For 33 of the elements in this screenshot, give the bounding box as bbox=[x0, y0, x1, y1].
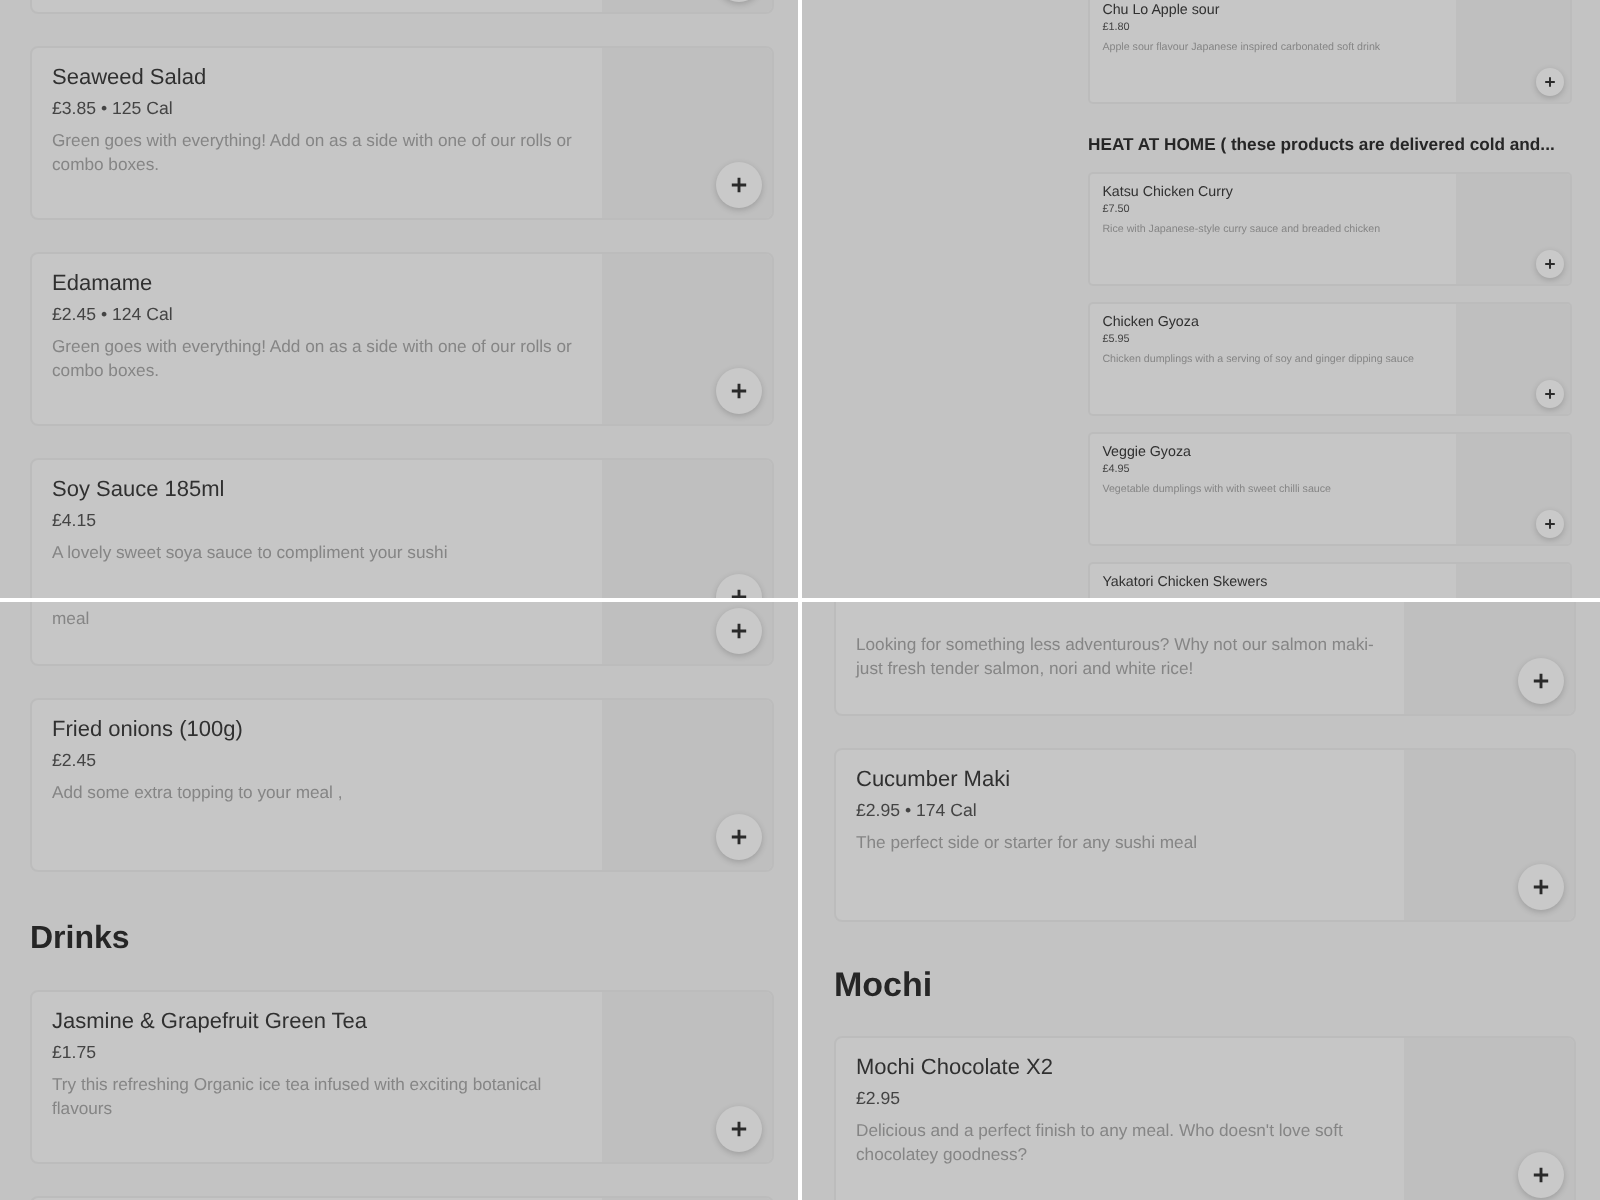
menu-item-card[interactable]: Jasmine & Grapefruit Green Tea £1.75 Try this refreshing Organic ice tea infused with exciting botanical flavours bbox=[30, 990, 774, 1164]
item-price: £2.45 • 124 Cal bbox=[52, 302, 175, 328]
item-name: Seaweed Salad bbox=[52, 64, 209, 94]
item-price: £2.95 • 174 Cal bbox=[856, 798, 979, 824]
menu-item-card[interactable]: Edamame £2.45 • 124 Cal Green goes with everything! Add on as a side with one of our rolls or combo boxes. bbox=[30, 252, 774, 426]
item-description: meal bbox=[52, 606, 92, 630]
section-heading: HEAT AT HOME ( these products are delivered cold and... bbox=[1088, 134, 1555, 156]
item-description: Add some extra topping to your meal , bbox=[52, 780, 345, 804]
menu-item-card[interactable]: Mochi Chocolate X2 £2.95 Delicious and a perfect finish to any meal. Who doesn't love soft chocolatey goodness? bbox=[834, 1036, 1576, 1200]
menu-item-card[interactable]: Seaweed Salad £3.85 • 125 Cal Green goes with everything! Add on as a side with one of our rolls or combo boxes. bbox=[30, 46, 774, 220]
item-description: Delicious and a perfect finish to any meal. Who doesn't love soft chocolatey goodness? bbox=[856, 1118, 1345, 1166]
item-price: £4.15 bbox=[52, 508, 99, 534]
menu-item-card[interactable]: Soy Sauce 185ml £4.15 A lovely sweet soya sauce to compliment your sushi bbox=[30, 458, 774, 598]
item-name: Soy Sauce 185ml bbox=[52, 476, 227, 506]
item-price: £1.75 bbox=[52, 1040, 99, 1066]
item-name: Mochi Chocolate X2 bbox=[856, 1054, 1055, 1084]
section-heading: Drinks bbox=[30, 922, 130, 958]
item-description: The perfect side or starter for any sushi meal bbox=[856, 830, 1200, 854]
item-name: Jasmine & Grapefruit Green Tea bbox=[52, 1008, 370, 1038]
item-description: Looking for something less adventurous? Why not our salmon maki- just fresh tender salmon, nori and white rice! bbox=[856, 632, 1376, 680]
menu-item-card[interactable]: Cucumber Maki £2.95 • 174 Cal The perfect side or starter for any sushi meal bbox=[834, 748, 1576, 922]
item-description: Green goes with everything! Add on as a side with one of our rolls or combo boxes. bbox=[52, 334, 574, 382]
section-heading: Mochi bbox=[834, 966, 933, 1004]
item-description: Try this refreshing Organic ice tea infused with exciting botanical flavours bbox=[52, 1072, 544, 1120]
item-name: Edamame bbox=[52, 270, 155, 300]
item-description: A lovely sweet soya sauce to compliment your sushi bbox=[52, 540, 450, 564]
item-description: Green goes with everything! Add on as a side with one of our rolls or combo boxes. bbox=[52, 128, 574, 176]
item-price: £2.95 bbox=[856, 1086, 903, 1112]
menu-item-card[interactable]: Fried onions (100g) £2.45 Add some extra topping to your meal , bbox=[30, 698, 774, 872]
item-name: Cucumber Maki bbox=[856, 766, 1013, 796]
item-price: £3.85 • 125 Cal bbox=[52, 96, 175, 122]
item-price: £2.45 bbox=[52, 748, 99, 774]
item-name: Fried onions (100g) bbox=[52, 716, 245, 746]
